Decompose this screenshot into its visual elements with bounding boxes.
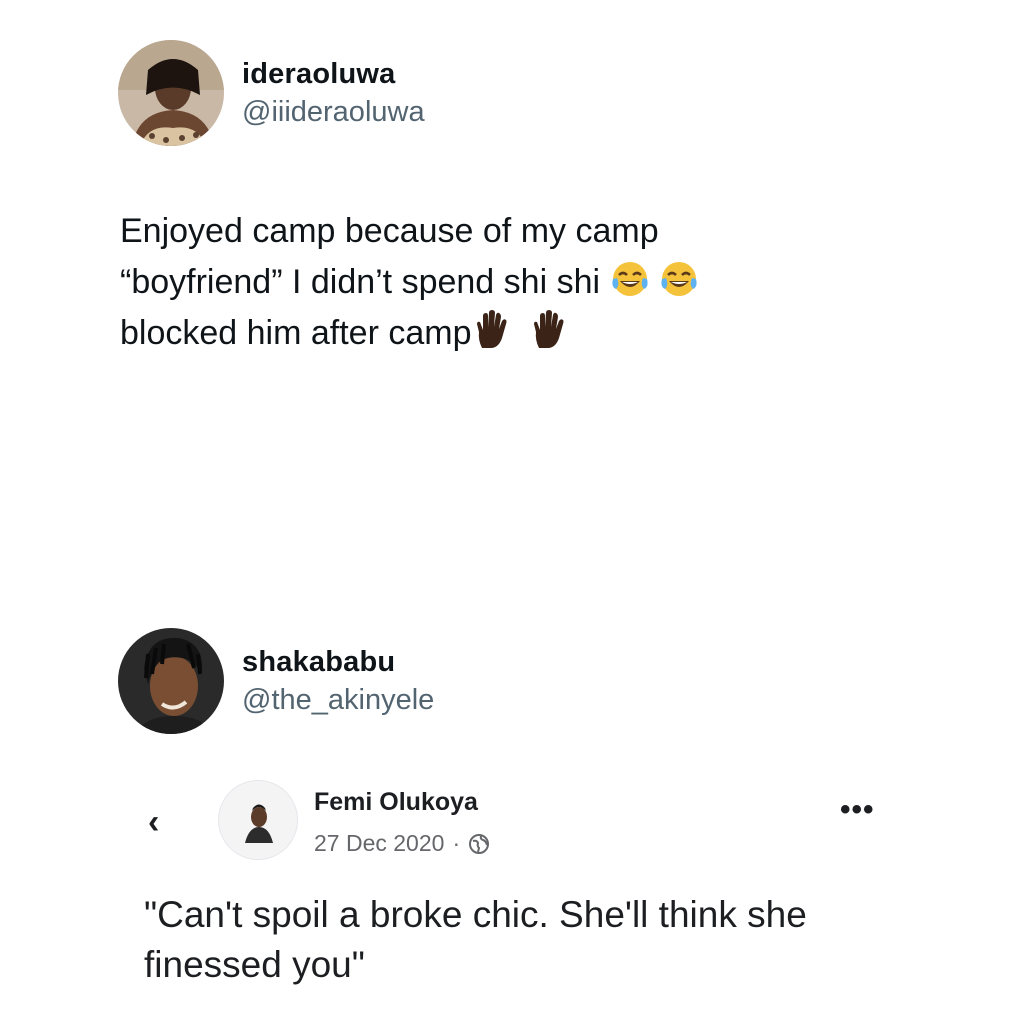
meta-separator: · xyxy=(452,830,461,856)
tweet-2-names: shakababu @the_akinyele xyxy=(242,644,434,718)
post-text: "Can't spoil a broke chic. She'll think … xyxy=(144,894,807,985)
globe-icon xyxy=(468,832,490,854)
face-with-tears-of-joy-icon xyxy=(610,259,650,299)
tweet-2-header: shakababu @the_akinyele xyxy=(118,628,434,734)
display-name[interactable]: ideraoluwa xyxy=(242,56,425,92)
embedded-post: ‹ Femi Olukoya 27 Dec 2020 · ••• "Can't … xyxy=(140,770,900,1010)
post-date[interactable]: 27 Dec 2020 xyxy=(314,828,444,858)
tweet-text-line: “boyfriend” I didn’t spend shi shi xyxy=(120,257,880,308)
raised-hand-icon xyxy=(529,310,569,350)
avatar[interactable] xyxy=(118,628,224,734)
user-handle[interactable]: @iiideraoluwa xyxy=(242,94,425,130)
post-author-name[interactable]: Femi Olukoya xyxy=(314,786,478,818)
back-chevron-icon[interactable]: ‹ xyxy=(148,802,178,842)
profile-photo-icon xyxy=(118,40,224,146)
profile-photo-icon xyxy=(219,781,297,859)
profile-photo-icon xyxy=(118,628,224,734)
post-meta: 27 Dec 2020 · xyxy=(314,828,490,858)
more-options-icon[interactable]: ••• xyxy=(840,795,880,825)
user-handle[interactable]: @the_akinyele xyxy=(242,682,434,718)
tweet-text-line: blocked him after camp xyxy=(120,308,880,359)
tweet-text-line: Enjoyed camp because of my camp xyxy=(120,212,659,250)
tweet-1-header: ideraoluwa @iiideraoluwa xyxy=(118,40,425,146)
raised-hand-icon xyxy=(472,310,512,350)
tweet-text-segment: “boyfriend” I didn’t spend shi shi xyxy=(120,263,601,301)
tweet-1-text: Enjoyed camp because of my camp “boyfrie… xyxy=(120,206,880,359)
tweet-text-segment: blocked him after camp xyxy=(120,314,472,352)
screenshot-canvas: ideraoluwa @iiideraoluwa Enjoyed camp be… xyxy=(0,0,1024,1024)
avatar[interactable] xyxy=(118,40,224,146)
face-with-tears-of-joy-icon xyxy=(659,259,699,299)
display-name[interactable]: shakababu xyxy=(242,644,434,680)
post-author-avatar[interactable] xyxy=(218,780,298,860)
tweet-1-names: ideraoluwa @iiideraoluwa xyxy=(242,56,425,130)
